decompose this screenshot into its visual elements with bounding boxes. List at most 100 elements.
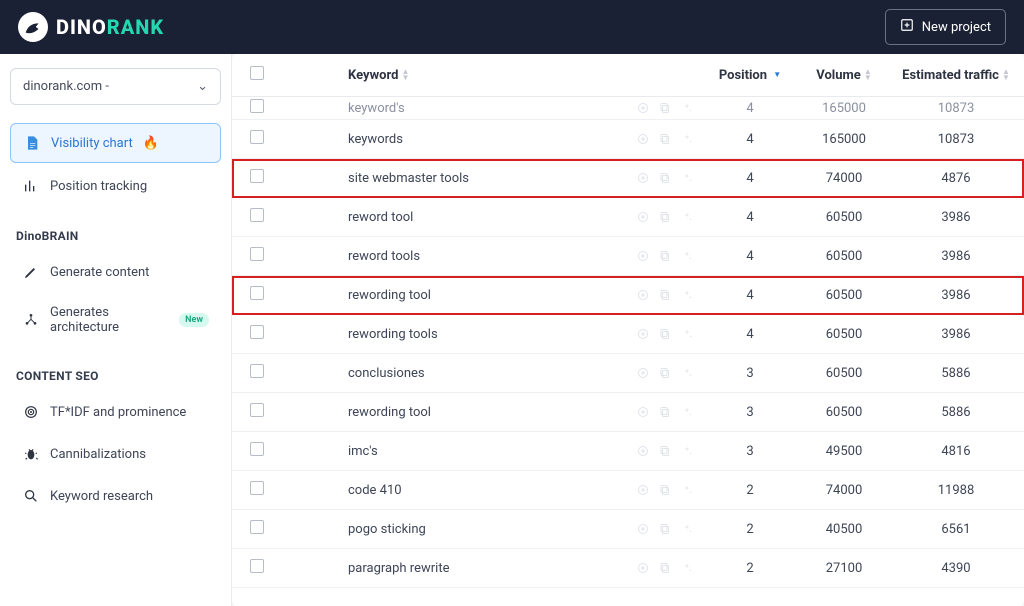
- keyword-text: reword tool: [348, 210, 413, 225]
- table-row: reword tools4605003986: [232, 237, 1024, 276]
- add-icon[interactable]: [636, 288, 650, 302]
- add-icon[interactable]: [636, 405, 650, 419]
- sparkle-icon[interactable]: [680, 210, 694, 224]
- row-actions: [636, 366, 694, 380]
- copy-icon[interactable]: [658, 366, 672, 380]
- row-checkbox[interactable]: [250, 247, 264, 261]
- add-icon[interactable]: [636, 249, 650, 263]
- row-checkbox[interactable]: [250, 403, 264, 417]
- sidebar-item-generates-architecture[interactable]: Generates architectureNew: [10, 295, 221, 345]
- keyword-text: keywords: [348, 132, 403, 147]
- sort-icon: ▲▼: [864, 69, 872, 81]
- traffic-cell: 5886: [892, 393, 1024, 432]
- domain-select[interactable]: dinorank.com - ⌄: [10, 68, 221, 105]
- add-icon[interactable]: [636, 132, 650, 146]
- add-icon[interactable]: [636, 483, 650, 497]
- keyword-text: pogo sticking: [348, 522, 426, 537]
- volume-cell: 74000: [796, 471, 892, 510]
- row-checkbox[interactable]: [250, 559, 264, 573]
- row-checkbox[interactable]: [250, 286, 264, 300]
- sparkle-icon[interactable]: [680, 561, 694, 575]
- position-cell: 4: [704, 159, 796, 198]
- sidebar-item-cannibalizations[interactable]: Cannibalizations: [10, 435, 221, 473]
- position-cell: 4: [704, 97, 796, 120]
- copy-icon[interactable]: [658, 171, 672, 185]
- header-traffic[interactable]: Estimated traffic▲▼: [892, 54, 1024, 97]
- copy-icon[interactable]: [658, 444, 672, 458]
- sidebar: dinorank.com - ⌄ Visibility chart🔥 Positi…: [0, 54, 232, 606]
- sparkle-icon[interactable]: [680, 327, 694, 341]
- row-checkbox[interactable]: [250, 99, 264, 113]
- row-checkbox[interactable]: [250, 130, 264, 144]
- table-row: code 41027400011988: [232, 471, 1024, 510]
- position-cell: 4: [704, 237, 796, 276]
- keyword-text: reword tools: [348, 249, 420, 264]
- sparkle-icon[interactable]: [680, 132, 694, 146]
- chevron-down-icon: ⌄: [197, 79, 208, 94]
- copy-icon[interactable]: [658, 483, 672, 497]
- copy-icon[interactable]: [658, 288, 672, 302]
- table-row: keyword's416500010873: [232, 97, 1024, 120]
- table-row: reword tool4605003986: [232, 198, 1024, 237]
- copy-icon[interactable]: [658, 210, 672, 224]
- header-position[interactable]: Position ▼: [704, 54, 796, 97]
- add-icon[interactable]: [636, 522, 650, 536]
- copy-icon[interactable]: [658, 101, 672, 115]
- sidebar-item-position-tracking[interactable]: Position tracking: [10, 167, 221, 205]
- volume-cell: 60500: [796, 237, 892, 276]
- sparkle-icon[interactable]: [680, 249, 694, 263]
- select-all-checkbox[interactable]: [250, 66, 264, 80]
- sparkle-icon[interactable]: [680, 366, 694, 380]
- row-actions: [636, 327, 694, 341]
- sparkle-icon[interactable]: [680, 522, 694, 536]
- traffic-cell: 11988: [892, 471, 1024, 510]
- row-checkbox[interactable]: [250, 442, 264, 456]
- sparkle-icon[interactable]: [680, 444, 694, 458]
- keyword-text: site webmaster tools: [348, 171, 469, 186]
- add-icon[interactable]: [636, 366, 650, 380]
- add-icon[interactable]: [636, 444, 650, 458]
- copy-icon[interactable]: [658, 132, 672, 146]
- add-icon[interactable]: [636, 327, 650, 341]
- sidebar-item-label: Keyword research: [50, 489, 153, 504]
- row-checkbox[interactable]: [250, 364, 264, 378]
- sparkle-icon[interactable]: [680, 171, 694, 185]
- sparkle-icon[interactable]: [680, 101, 694, 115]
- copy-icon[interactable]: [658, 561, 672, 575]
- sidebar-item-keyword-research[interactable]: Keyword research: [10, 477, 221, 515]
- row-actions: [636, 483, 694, 497]
- row-actions: [636, 101, 694, 115]
- header-volume[interactable]: Volume▲▼: [796, 54, 892, 97]
- header-keyword[interactable]: Keyword▲▼: [278, 54, 704, 97]
- copy-icon[interactable]: [658, 249, 672, 263]
- new-project-button[interactable]: New project: [885, 9, 1006, 45]
- sidebar-item-visibility-chart[interactable]: Visibility chart🔥: [10, 123, 221, 163]
- row-checkbox[interactable]: [250, 481, 264, 495]
- volume-cell: 60500: [796, 198, 892, 237]
- row-checkbox[interactable]: [250, 520, 264, 534]
- keyword-text: rewording tool: [348, 405, 431, 420]
- add-icon[interactable]: [636, 171, 650, 185]
- row-checkbox[interactable]: [250, 169, 264, 183]
- table-row: keywords416500010873: [232, 120, 1024, 159]
- new-badge: New: [179, 313, 209, 327]
- position-cell: 2: [704, 510, 796, 549]
- copy-icon[interactable]: [658, 405, 672, 419]
- sparkle-icon[interactable]: [680, 483, 694, 497]
- traffic-cell: 10873: [892, 120, 1024, 159]
- add-icon[interactable]: [636, 101, 650, 115]
- traffic-cell: 10873: [892, 97, 1024, 120]
- sidebar-item-tf-idf-and-prominence[interactable]: TF*IDF and prominence: [10, 393, 221, 431]
- copy-icon[interactable]: [658, 522, 672, 536]
- add-icon[interactable]: [636, 210, 650, 224]
- logo[interactable]: DINORANK: [18, 12, 164, 42]
- row-checkbox[interactable]: [250, 208, 264, 222]
- row-checkbox[interactable]: [250, 325, 264, 339]
- section-title: DinoBRAIN: [16, 229, 221, 243]
- sparkle-icon[interactable]: [680, 405, 694, 419]
- table-row: rewording tool4605003986: [232, 276, 1024, 315]
- sparkle-icon[interactable]: [680, 288, 694, 302]
- sidebar-item-generate-content[interactable]: Generate content: [10, 253, 221, 291]
- add-icon[interactable]: [636, 561, 650, 575]
- copy-icon[interactable]: [658, 327, 672, 341]
